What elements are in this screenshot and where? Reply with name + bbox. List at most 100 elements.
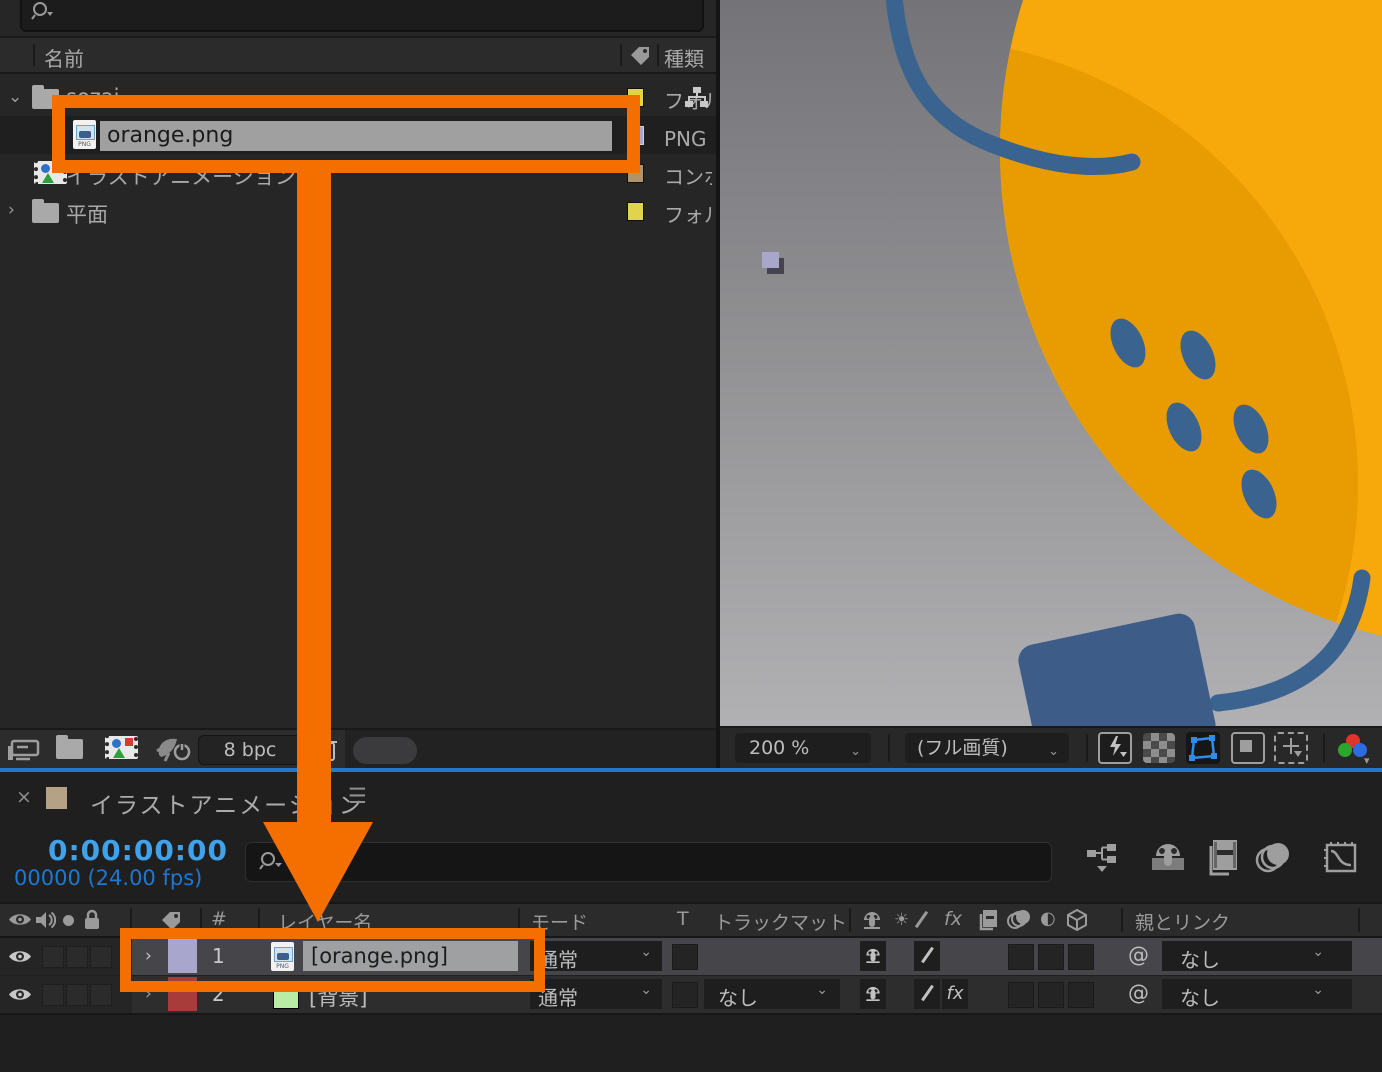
panel-menu-icon[interactable]: ☰: [348, 784, 367, 808]
project-column-headers: 名前 種類: [0, 38, 716, 74]
blend-mode-dropdown[interactable]: 通常 ⌄: [530, 979, 662, 1010]
item-name: 平面: [66, 203, 108, 227]
collapse-transform-sun-icon[interactable]: ☀: [894, 910, 909, 930]
region-of-interest-icon[interactable]: [1231, 732, 1265, 764]
chevron-down-icon: ⌄: [1312, 982, 1324, 998]
column-number[interactable]: #: [211, 908, 227, 930]
composition-viewer[interactable]: [720, 0, 1382, 726]
frame-blend-switch-icon[interactable]: [978, 909, 1000, 931]
matte-cell[interactable]: [672, 944, 698, 970]
solo-column-icon[interactable]: [63, 915, 74, 926]
track-matte-dropdown[interactable]: なし ⌄: [704, 979, 840, 1010]
folder-icon: [32, 199, 59, 223]
comp-label-chip[interactable]: [46, 787, 67, 809]
switch-cell[interactable]: [1068, 982, 1094, 1008]
cube-3d-icon[interactable]: [1066, 909, 1088, 931]
chevron-down-icon: ⌄: [1048, 744, 1059, 759]
fx-switch-cell[interactable]: fx: [942, 979, 968, 1009]
resolution-dropdown[interactable]: (フル画質) ⌄: [905, 733, 1069, 763]
resolution-value: (フル画質): [917, 737, 1008, 759]
flowchart-icon[interactable]: [684, 86, 710, 110]
chevron-down-icon: ⌄: [1312, 944, 1324, 960]
column-type[interactable]: 種類: [664, 43, 704, 72]
project-search-input[interactable]: [20, 0, 704, 32]
after-effects-window: 名前 種類 ⌄ sozai フォルダー: [0, 0, 1382, 1072]
layer-visibility-eye-icon[interactable]: [8, 948, 32, 965]
chevron-down-icon: ⌄: [640, 982, 652, 998]
adjustment-layer-icon[interactable]: ◐: [1040, 908, 1056, 929]
quality-switch-icon[interactable]: [914, 910, 929, 929]
column-track-matte[interactable]: トラックマット: [714, 908, 847, 935]
parent-value: なし: [1180, 948, 1220, 972]
quality-switch-cell[interactable]: [914, 941, 940, 971]
motion-blur-icon[interactable]: [1254, 840, 1294, 876]
collapse-chevron-icon[interactable]: ⌄: [8, 87, 22, 107]
track-matte-value: なし: [718, 986, 758, 1010]
switch-cell[interactable]: [1038, 944, 1064, 970]
shy-switch-cell[interactable]: [860, 941, 886, 971]
label-color-chip[interactable]: [627, 202, 644, 221]
switch-cell[interactable]: [1008, 944, 1034, 970]
switch-cell[interactable]: [1068, 944, 1094, 970]
timeline-tab-bar: × イラストアニメーション ☰: [0, 772, 1382, 824]
blend-mode-dropdown[interactable]: 通常 ⌄: [530, 941, 662, 972]
guide-options-icon[interactable]: [1274, 732, 1308, 764]
audio-cell[interactable]: [42, 946, 64, 968]
layer-visibility-eye-icon[interactable]: [8, 986, 32, 1003]
fx-switch-icon[interactable]: fx: [944, 908, 962, 930]
matte-cell[interactable]: [672, 982, 698, 1008]
fast-preview-icon[interactable]: [1098, 732, 1132, 764]
zoom-level-dropdown[interactable]: 200 % ⌄: [735, 733, 871, 763]
shy-switch-icon[interactable]: [860, 910, 884, 930]
quality-switch-cell[interactable]: [914, 979, 940, 1009]
project-row-heimen[interactable]: › 平面 フォルダー: [0, 192, 716, 230]
search-icon: [30, 0, 56, 22]
lock-cell[interactable]: [90, 946, 112, 968]
parent-dropdown[interactable]: なし ⌄: [1162, 979, 1352, 1010]
timeline-panel: × イラストアニメーション ☰ 0:00:00:00 00000 (24.00 …: [0, 772, 1382, 1072]
zoom-level-value: 200 %: [749, 737, 810, 759]
label-column-tag-icon[interactable]: [628, 44, 652, 66]
video-column-eye-icon[interactable]: [8, 911, 32, 928]
graph-editor-icon[interactable]: [1322, 840, 1362, 876]
mini-flowchart-icon[interactable]: [1085, 842, 1125, 878]
solo-cell[interactable]: [66, 984, 88, 1006]
close-icon[interactable]: ×: [16, 786, 32, 808]
item-type: PNG ファイル: [664, 127, 712, 149]
audio-column-speaker-icon[interactable]: [34, 910, 56, 930]
bit-depth-button[interactable]: 8 bpc: [198, 735, 302, 765]
switch-cell[interactable]: [1008, 982, 1034, 1008]
timeline-toolbar: 0:00:00:00 00000 (24.00 fps): [0, 824, 1382, 902]
chevron-down-icon: ⌄: [850, 744, 861, 759]
new-folder-icon[interactable]: [56, 739, 83, 759]
shy-layers-icon[interactable]: [1148, 840, 1188, 876]
column-t[interactable]: T: [677, 908, 689, 930]
frame-counter: 00000 (24.00 fps): [14, 866, 203, 890]
parent-dropdown[interactable]: なし ⌄: [1162, 941, 1352, 972]
lock-column-icon[interactable]: [83, 909, 101, 931]
expand-chevron-icon[interactable]: ›: [8, 200, 15, 220]
blue-curves-artwork: [885, 0, 1371, 712]
frame-blend-icon[interactable]: [1203, 838, 1243, 878]
item-type: フォルダー: [664, 203, 712, 225]
parent-pickwhip-icon[interactable]: @: [1128, 981, 1149, 1005]
parent-pickwhip-icon[interactable]: @: [1128, 943, 1149, 967]
column-parent-link[interactable]: 親とリンク: [1135, 908, 1230, 935]
horizontal-scrollbar-track[interactable]: [345, 730, 716, 770]
horizontal-scrollbar-thumb[interactable]: [353, 737, 417, 764]
column-name[interactable]: 名前: [44, 43, 84, 72]
new-composition-icon[interactable]: [105, 736, 138, 759]
annotation-arrow-shaft: [297, 168, 331, 824]
current-timecode[interactable]: 0:00:00:00: [48, 834, 228, 867]
motion-blur-switch-icon[interactable]: [1006, 910, 1032, 930]
lock-cell[interactable]: [90, 984, 112, 1006]
render-engine-icon[interactable]: [155, 735, 191, 763]
chevron-down-icon: ⌄: [816, 982, 828, 998]
mask-visibility-icon[interactable]: [1186, 732, 1220, 764]
solo-cell[interactable]: [66, 946, 88, 968]
audio-cell[interactable]: [42, 984, 64, 1006]
interpret-footage-icon[interactable]: [6, 738, 40, 762]
transparency-grid-icon[interactable]: [1143, 733, 1175, 763]
shy-switch-cell[interactable]: [860, 979, 886, 1009]
switch-cell[interactable]: [1038, 982, 1064, 1008]
